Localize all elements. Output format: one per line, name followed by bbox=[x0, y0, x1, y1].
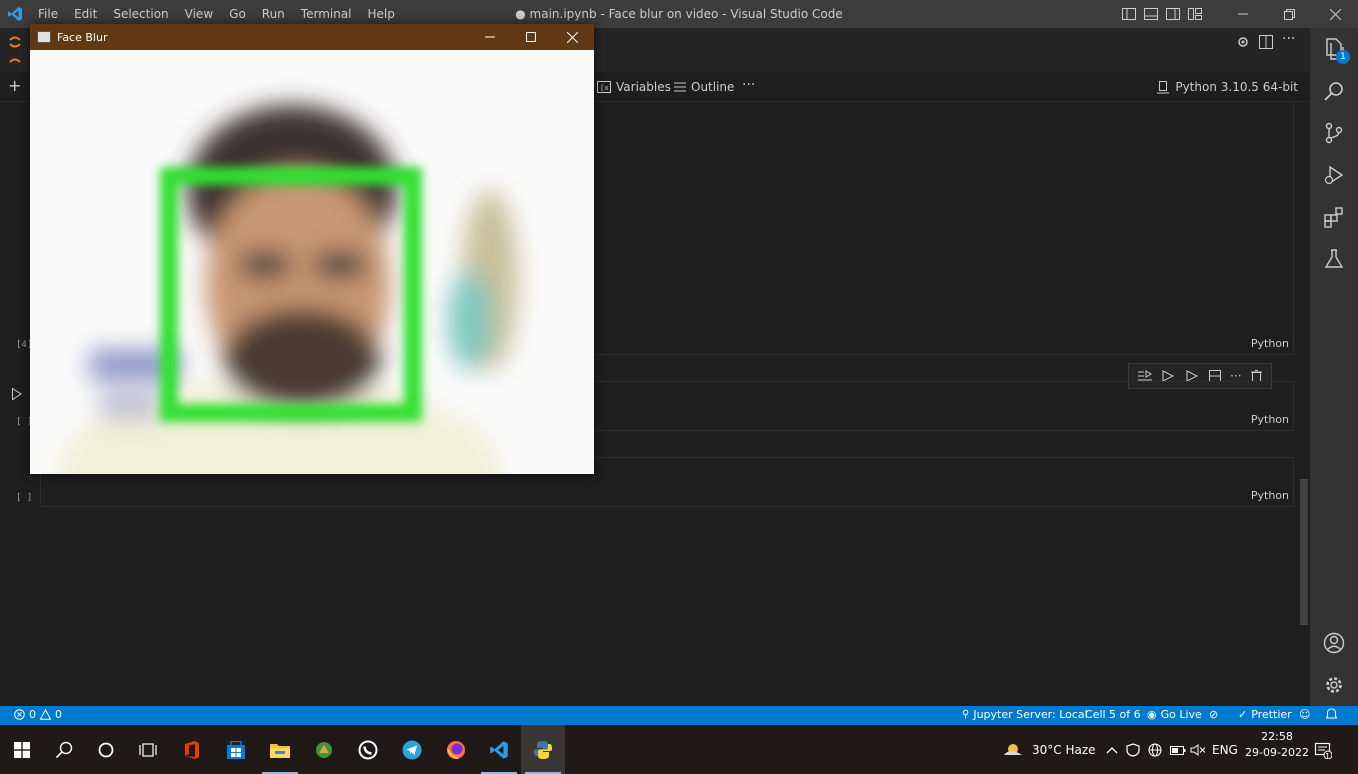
security-shield-icon[interactable] bbox=[1126, 725, 1140, 774]
outline-label: Outline bbox=[691, 80, 735, 94]
notification-count: 1 bbox=[1325, 752, 1331, 761]
weather-haze-icon bbox=[1004, 743, 1022, 755]
settings-gear-icon[interactable] bbox=[1236, 34, 1250, 53]
prettier-label: Prettier bbox=[1251, 708, 1292, 721]
testing-flask-icon[interactable] bbox=[1310, 238, 1358, 280]
explorer-badge: 1 bbox=[1336, 50, 1350, 64]
blurred-video-image bbox=[30, 50, 594, 474]
go-live-button[interactable]: ◉ Go Live bbox=[1147, 708, 1202, 721]
run-debug-icon[interactable] bbox=[1310, 154, 1358, 196]
video-frame bbox=[30, 50, 594, 474]
windows-taskbar: 30°C Haze ENG 22:58 29-09-2022 1 bbox=[0, 725, 1358, 774]
taskbar-clock[interactable]: 22:58 29-09-2022 bbox=[1244, 729, 1310, 761]
weather-label: 30°C Haze bbox=[1032, 742, 1096, 757]
prettier-status[interactable]: ✓ Prettier bbox=[1238, 708, 1292, 721]
search-icon[interactable] bbox=[1310, 70, 1358, 112]
variables-button[interactable]: [x] Variables bbox=[597, 80, 671, 94]
toggle-panel-icon[interactable] bbox=[1140, 0, 1162, 28]
microsoft-store-icon[interactable] bbox=[214, 725, 258, 774]
face-close-icon[interactable] bbox=[552, 24, 592, 50]
toolbar-more-button[interactable]: ··· bbox=[742, 77, 755, 93]
execution-count: [ ] bbox=[16, 493, 33, 503]
source-control-icon[interactable] bbox=[1310, 112, 1358, 154]
error-icon bbox=[14, 709, 25, 720]
extensions-icon[interactable] bbox=[1310, 196, 1358, 238]
check-double-icon: ✓ bbox=[1238, 708, 1248, 721]
vscode-logo-icon bbox=[0, 0, 30, 28]
file-explorer-icon[interactable] bbox=[258, 725, 302, 774]
show-hidden-icons-icon[interactable] bbox=[1106, 725, 1118, 774]
close-icon[interactable] bbox=[1312, 0, 1358, 28]
svg-text:[x]: [x] bbox=[600, 84, 611, 92]
windows-start-icon[interactable] bbox=[0, 725, 44, 774]
search-icon[interactable] bbox=[42, 725, 86, 774]
weather-widget[interactable]: 30°C Haze bbox=[1002, 725, 1096, 774]
firefox-icon[interactable] bbox=[434, 725, 478, 774]
outline-button[interactable]: Outline bbox=[674, 80, 734, 94]
cell-language[interactable]: Python bbox=[1251, 489, 1289, 502]
manage-gear-icon[interactable] bbox=[1310, 664, 1358, 706]
feedback-icon[interactable]: ☺ bbox=[1299, 708, 1310, 721]
variables-icon: [x] bbox=[597, 81, 611, 93]
jupyter-server-label: Jupyter Server: Local bbox=[973, 708, 1088, 721]
run-cell-icon[interactable] bbox=[12, 385, 22, 404]
office-icon[interactable] bbox=[170, 725, 214, 774]
editor-scrollbar[interactable] bbox=[1300, 479, 1308, 625]
warning-count: 0 bbox=[55, 708, 62, 721]
face-minimize-icon[interactable] bbox=[470, 24, 510, 50]
go-live-label: Go Live bbox=[1160, 708, 1202, 721]
kernel-icon bbox=[1157, 80, 1170, 93]
battery-icon[interactable] bbox=[1170, 725, 1186, 774]
face-blur-window[interactable]: Face Blur bbox=[30, 24, 594, 474]
face-blur-titlebar[interactable]: Face Blur bbox=[30, 24, 594, 50]
more-actions-icon[interactable]: ··· bbox=[1282, 31, 1295, 47]
copilot-icon[interactable]: ⊘ bbox=[1209, 708, 1218, 721]
clock-time: 22:58 bbox=[1261, 730, 1293, 743]
warning-icon bbox=[40, 709, 51, 720]
jupyter-server-status[interactable]: ⚲ Jupyter Server: Local bbox=[962, 708, 1088, 721]
volume-muted-icon[interactable] bbox=[1190, 725, 1206, 774]
telegram-icon[interactable] bbox=[390, 725, 434, 774]
notifications-bell-icon[interactable] bbox=[1326, 708, 1337, 720]
add-cell-button[interactable]: + bbox=[8, 76, 21, 95]
kernel-picker[interactable]: Python 3.10.5 64-bit bbox=[1157, 80, 1298, 94]
input-language[interactable]: ENG bbox=[1212, 725, 1238, 774]
status-bar: 0 0 ⚲ Jupyter Server: Local Cell 5 of 6 … bbox=[0, 706, 1358, 725]
toggle-secondary-sidebar-icon[interactable] bbox=[1162, 0, 1184, 28]
kernel-label: Python 3.10.5 64-bit bbox=[1175, 80, 1298, 94]
broadcast-icon: ◉ bbox=[1147, 708, 1157, 721]
variables-label: Variables bbox=[616, 80, 671, 94]
outline-icon bbox=[674, 82, 686, 92]
split-editor-icon[interactable] bbox=[1259, 34, 1273, 53]
cell-language[interactable]: Python bbox=[1251, 337, 1289, 350]
cell-indicator[interactable]: Cell 5 of 6 bbox=[1085, 708, 1141, 721]
face-maximize-icon[interactable] bbox=[511, 24, 551, 50]
app-leaf-icon[interactable] bbox=[302, 725, 346, 774]
problems-status[interactable]: 0 0 bbox=[14, 708, 62, 721]
cortana-icon[interactable] bbox=[84, 725, 128, 774]
accounts-icon[interactable] bbox=[1310, 622, 1358, 664]
error-count: 0 bbox=[29, 708, 36, 721]
toggle-primary-sidebar-icon[interactable] bbox=[1118, 0, 1140, 28]
opencv-window-icon bbox=[37, 31, 51, 43]
jupyter-file-icon[interactable] bbox=[8, 34, 22, 63]
clock-date: 29-09-2022 bbox=[1245, 746, 1309, 759]
minimize-icon[interactable] bbox=[1220, 0, 1266, 28]
task-view-icon[interactable] bbox=[126, 725, 170, 774]
cell-language[interactable]: Python bbox=[1251, 413, 1289, 426]
face-blur-title: Face Blur bbox=[57, 30, 108, 44]
activity-bar: 1 bbox=[1310, 28, 1358, 706]
whatsapp-icon[interactable] bbox=[346, 725, 390, 774]
python-taskbar-icon[interactable] bbox=[521, 725, 565, 774]
customize-layout-icon[interactable] bbox=[1184, 0, 1206, 28]
explorer-icon[interactable]: 1 bbox=[1310, 28, 1358, 70]
network-globe-icon[interactable] bbox=[1148, 725, 1162, 774]
action-center-icon[interactable]: 1 bbox=[1314, 725, 1332, 774]
restore-icon[interactable] bbox=[1266, 0, 1312, 28]
plug-icon: ⚲ bbox=[962, 709, 970, 720]
vscode-taskbar-icon[interactable] bbox=[477, 725, 521, 774]
